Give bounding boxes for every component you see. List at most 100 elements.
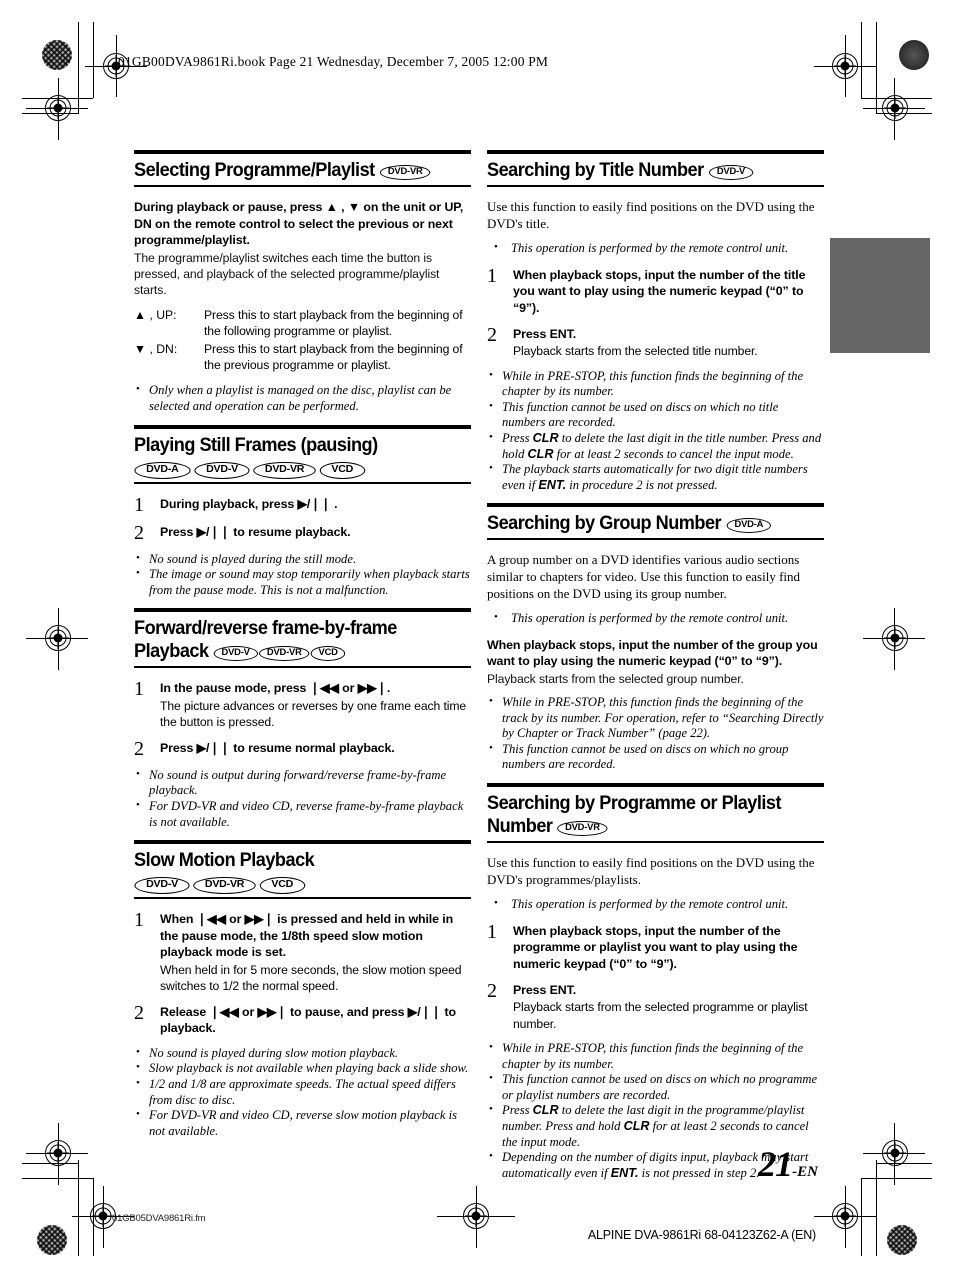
step-instruction: Release ❘◀◀ or ▶▶❘ to pause, and press ▶…: [160, 1004, 456, 1036]
note-list: No sound is output during forward/revers…: [134, 767, 471, 830]
section-rule-bottom: [134, 897, 471, 900]
step-body: When ❘◀◀ or ▶▶❘ is pressed and held in w…: [160, 911, 471, 995]
disc-badge-group: DVD-VR: [557, 815, 608, 837]
step-detail: When held in for 5 more seconds, the slo…: [160, 962, 462, 994]
step-body: When playback stops, input the number of…: [513, 267, 824, 317]
numbered-step: 1 When ❘◀◀ or ▶▶❘ is pressed and held in …: [134, 909, 471, 995]
print-control-dot-bottom-left: [37, 1225, 67, 1255]
step-number: 1: [487, 264, 497, 287]
disc-badge-group: DVD-A: [726, 512, 772, 534]
section-rule-top: [134, 608, 471, 613]
note-item: No sound is played during the still mode…: [134, 551, 471, 568]
step-number: 1: [134, 493, 144, 516]
disc-badge-dvd-vr: DVD-VR: [258, 646, 310, 662]
step-number: 2: [134, 1001, 144, 1024]
section-rule-bottom: [487, 538, 824, 541]
section-title: Searching by Group Number DVD-A: [487, 512, 800, 535]
section-title: Playing Still Frames (pausing): [134, 433, 378, 456]
print-control-dot-top-left: [42, 40, 72, 70]
disc-badge-dvd-vr: DVD-VR: [379, 165, 431, 180]
disc-badge-dvd-v: DVD-V: [213, 646, 258, 662]
section-rule-bottom: [134, 666, 471, 669]
step-detail: Playback starts from the selected progra…: [513, 1000, 808, 1031]
section-rule-bottom: [487, 185, 824, 187]
step-instruction: During playback, press ▶/❘❘ .: [160, 496, 338, 511]
step-detail: Playback starts from the selected title …: [513, 344, 758, 359]
section-title: Searching by Title Number DVD-V: [487, 159, 800, 182]
footer-doc-code: ALPINE DVA-9861Ri 68-04123Z62-A (EN): [587, 1228, 816, 1242]
section-lead: During playback or pause, press ▲ , ▼ on…: [134, 200, 464, 247]
step-body: When playback stops, input the number of…: [513, 923, 824, 973]
numbered-step: 2 Press ENT. Playback starts from the sele…: [487, 325, 824, 360]
note-item: This function cannot be used on discs on…: [487, 399, 824, 431]
step-instruction: In the pause mode, press ❘◀◀ or ▶▶❘.: [160, 681, 391, 696]
page-number-value: 21: [758, 1144, 793, 1184]
note-item: For DVD-VR and video CD, reverse slow mo…: [134, 1107, 471, 1139]
note-item: Slow playback is not available when play…: [134, 1060, 471, 1077]
note-item: This function cannot be used on discs on…: [487, 1071, 824, 1103]
page-header-file-line: 01GB00DVA9861Ri.book Page 21 Wednesday, …: [118, 54, 549, 69]
note-list: While in PRE-STOP, this function finds t…: [487, 368, 824, 494]
disc-badge-group: DVD-V DVD-VR VCD: [134, 874, 471, 895]
disc-badge-vcd: VCD: [259, 877, 306, 895]
key-description-row: ▲ , UP: Press this to start playback from…: [134, 307, 471, 340]
section-rule-top: [134, 840, 471, 845]
note-item: No sound is played during slow motion pl…: [134, 1045, 471, 1062]
section-plain-text: Playback starts from the selected group …: [487, 671, 744, 686]
section-plain-text: The programme/playlist switches each tim…: [134, 250, 440, 298]
step-detail: The picture advances or reverses by one …: [160, 698, 467, 730]
step-number: 1: [134, 909, 144, 932]
note-list: No sound is played during slow motion pl…: [134, 1045, 471, 1140]
disc-badge-group: DVD-V: [708, 159, 753, 181]
numbered-step: 2 Press ▶/❘❘ to resume playback.: [134, 521, 471, 544]
key-description: Press this to start playback from the be…: [204, 341, 463, 372]
right-column: Searching by Title Number DVD-V Use this …: [487, 150, 824, 1191]
step-body: Press ▶/❘❘ to resume normal playback.: [160, 740, 471, 759]
section-selecting-programme-playlist: Selecting Programme/Playlist DVD-VR Durin…: [134, 150, 471, 415]
section-searching-by-title-number: Searching by Title Number DVD-V Use this …: [487, 150, 824, 493]
numbered-step: 1 In the pause mode, press ❘◀◀ or ▶▶❘. The…: [134, 678, 471, 730]
disc-badge-group: DVD-V DVD-VR VCD: [213, 640, 346, 662]
section-intro: Use this function to easily find positio…: [487, 199, 815, 231]
disc-badge-vcd: VCD: [319, 461, 365, 479]
section-rule-bottom: [134, 481, 471, 484]
disc-badge-dvd-a: DVD-A: [726, 518, 771, 534]
note-item: The image or sound may stop temporarily …: [134, 566, 471, 598]
section-searching-by-programme-or-playlist-number: Searching by Programme or Playlist Numbe…: [487, 783, 824, 1181]
numbered-step: 1 During playback, press ▶/❘❘ .: [134, 493, 471, 516]
numbered-step: 1 When playback stops, input the number o…: [487, 922, 824, 973]
step-instruction: Press ▶/❘❘ to resume playback.: [160, 524, 351, 539]
key-description-row: ▼ , DN: Press this to start playback from…: [134, 341, 471, 374]
disc-badge-dvd-vr: DVD-VR: [557, 821, 608, 837]
step-instruction: Press ENT.: [513, 982, 577, 997]
section-title: Forward/reverse frame-by-frame Playback …: [134, 617, 397, 663]
step-body: Release ❘◀◀ or ▶▶❘ to pause, and press ▶…: [160, 1004, 471, 1037]
step-instruction: Press ENT.: [513, 326, 577, 341]
disc-badge-vcd: VCD: [310, 646, 346, 662]
page-number-suffix: -EN: [792, 1164, 818, 1180]
step-body: Press ENT. Playback starts from the selec…: [513, 982, 824, 1032]
print-control-dot-bottom-right: [887, 1225, 917, 1255]
section-forward-reverse-frame-by-frame-playback: Forward/reverse frame-by-frame Playback …: [134, 608, 471, 830]
step-body: In the pause mode, press ❘◀◀ or ▶▶❘. The …: [160, 680, 471, 730]
disc-badge-dvd-v: DVD-V: [708, 165, 753, 180]
step-number: 2: [134, 521, 144, 544]
step-body: Press ENT. Playback starts from the selec…: [513, 326, 824, 360]
note-item: The playback starts automatically for tw…: [487, 461, 824, 493]
disc-badge-dvd-vr: DVD-VR: [253, 461, 316, 479]
section-rule-top: [134, 424, 471, 429]
step-body: Press ▶/❘❘ to resume playback.: [160, 524, 471, 543]
step-number: 1: [134, 678, 144, 701]
step-instruction: When playback stops, input the number of…: [513, 923, 798, 972]
note-item: This operation is performed by the remot…: [487, 896, 824, 913]
step-instruction: When playback stops, input the number of…: [513, 267, 806, 315]
section-lead: When playback stops, input the number of…: [487, 637, 818, 669]
note-item: This operation is performed by the remot…: [487, 240, 824, 257]
step-number: 2: [487, 979, 497, 1002]
note-item: While in PRE-STOP, this function finds t…: [487, 368, 824, 400]
numbered-step: 1 When playback stops, input the number o…: [487, 264, 824, 317]
step-instruction: Press ▶/❘❘ to resume normal playback.: [160, 740, 395, 755]
note-list: While in PRE-STOP, this function finds t…: [487, 694, 824, 773]
section-searching-by-group-number: Searching by Group Number DVD-A A group n…: [487, 503, 824, 773]
disc-badge-dvd-a: DVD-A: [134, 461, 191, 479]
